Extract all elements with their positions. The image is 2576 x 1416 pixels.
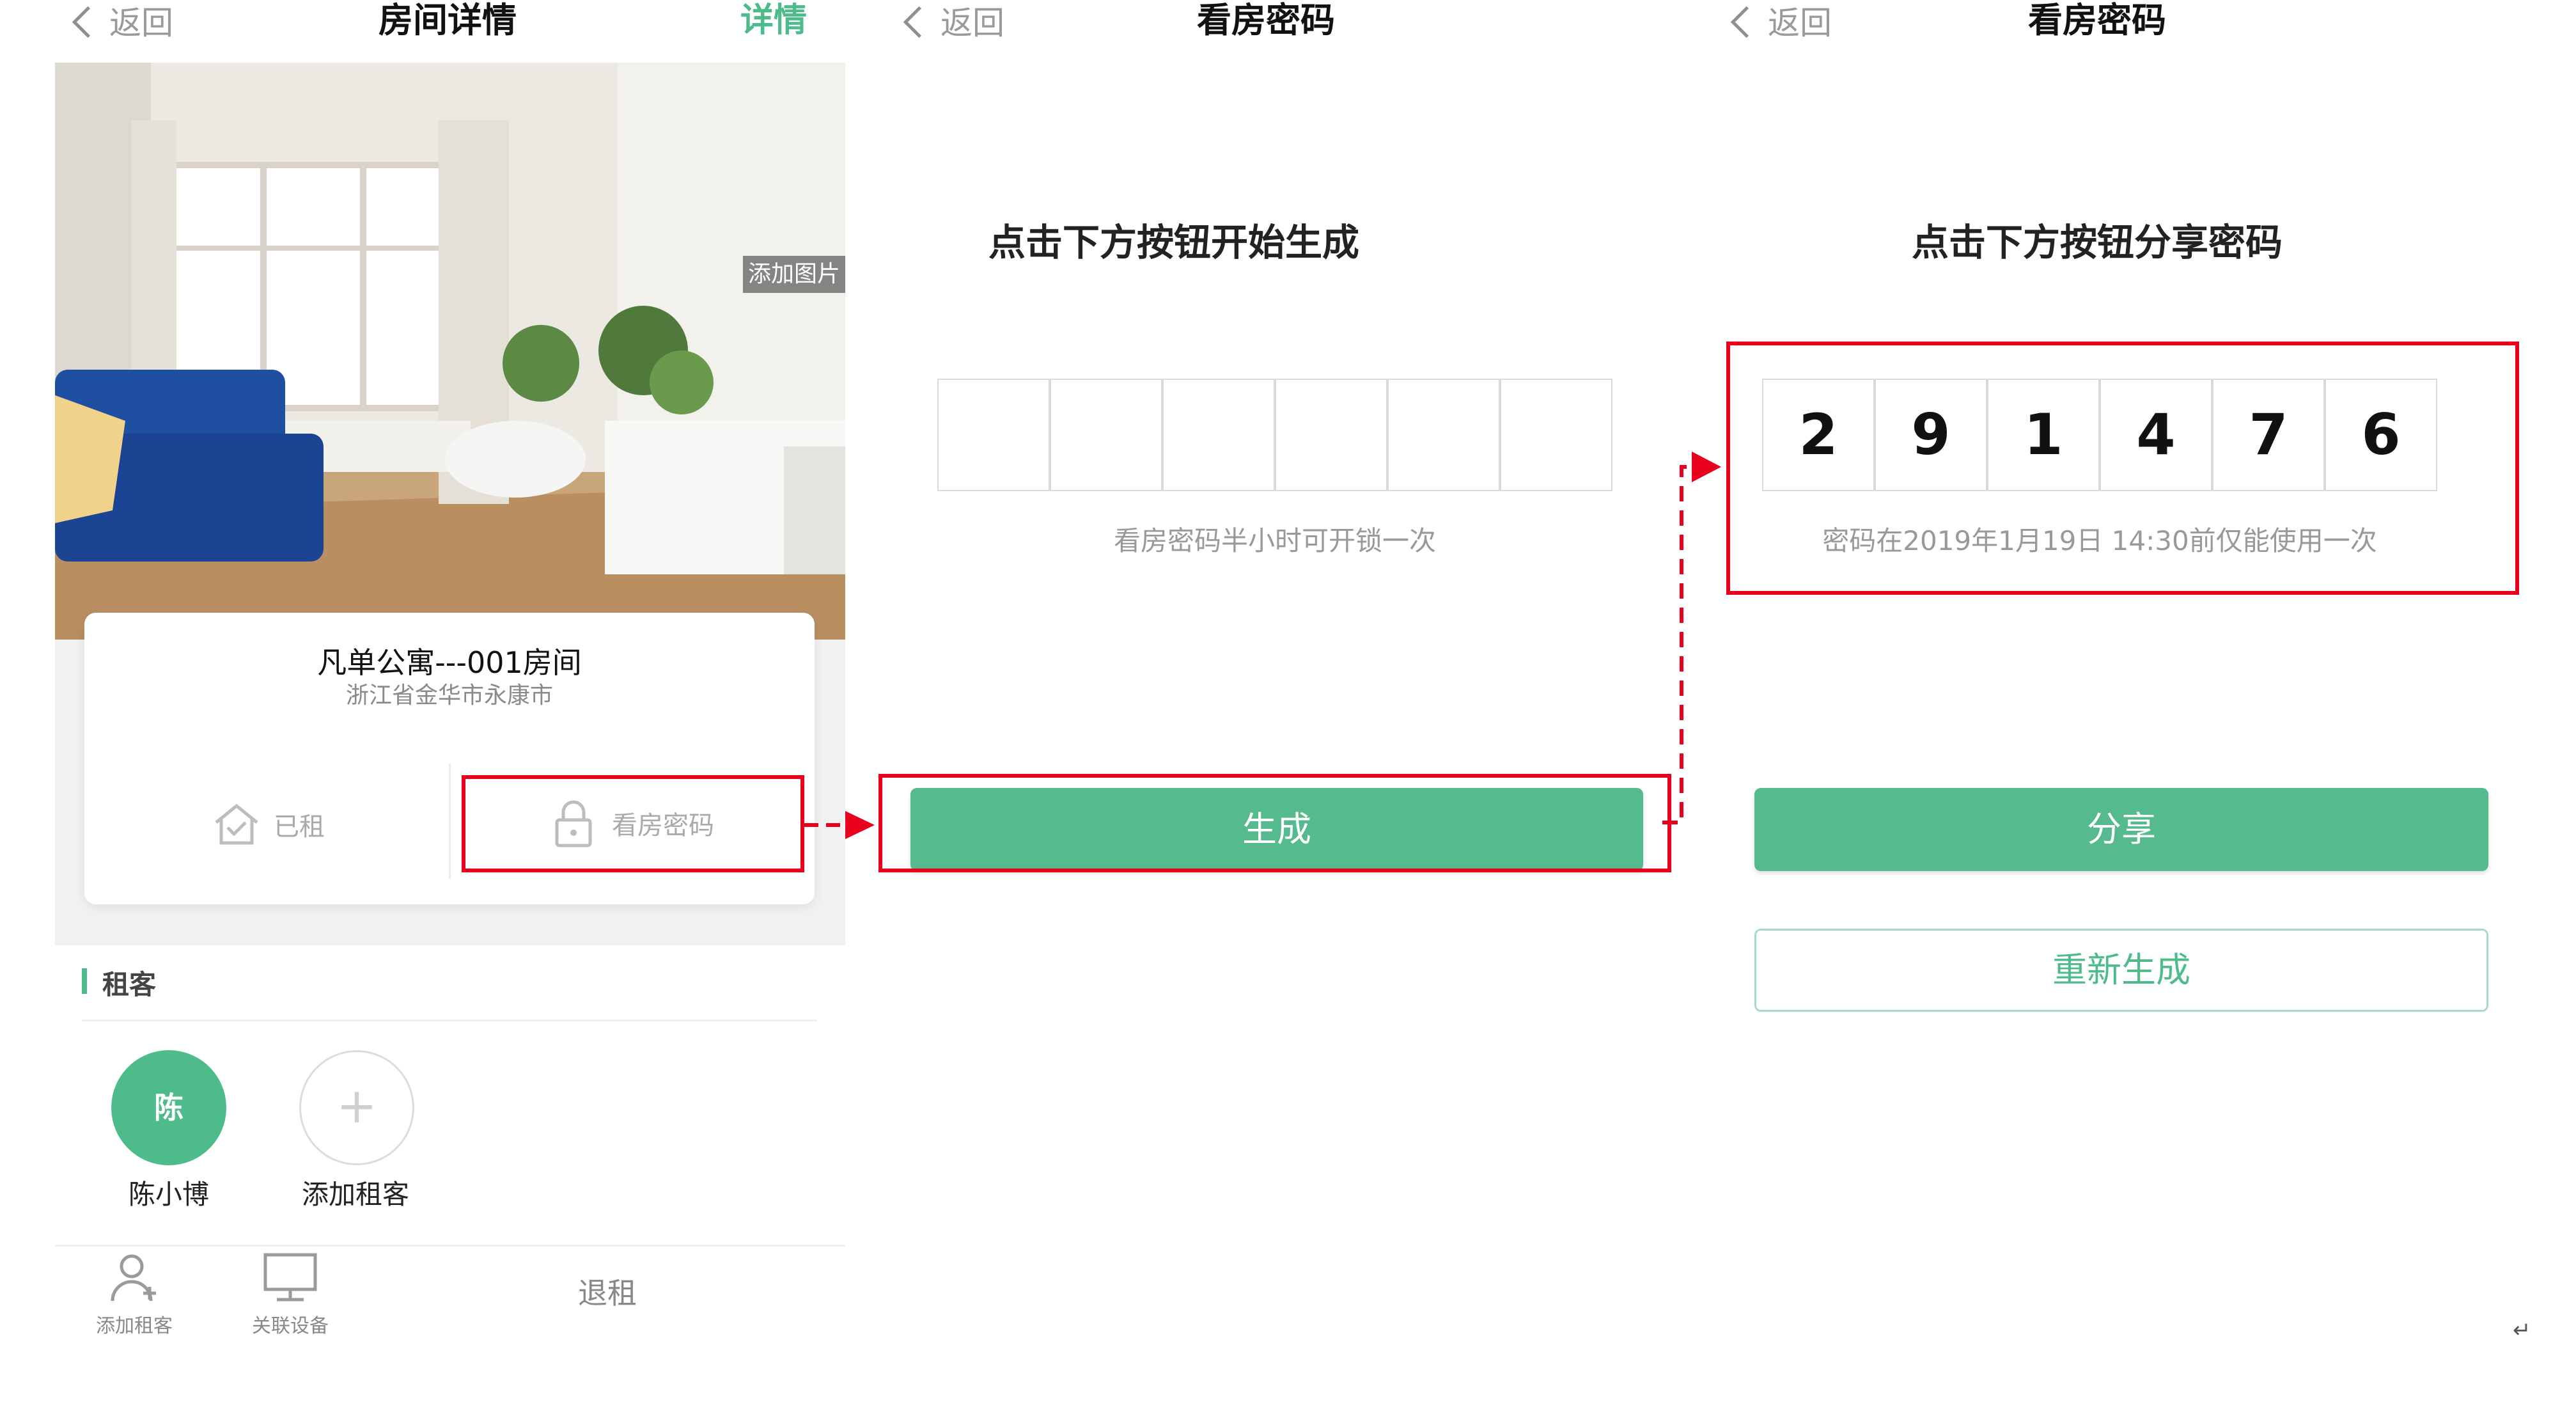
chevron-left-icon bbox=[1730, 6, 1763, 38]
back-label: 返回 bbox=[941, 4, 1004, 42]
page-title: 看房密码 bbox=[2028, 0, 2166, 40]
page-title: 房间详情 bbox=[379, 0, 517, 40]
back-button[interactable]: 返回 bbox=[1730, 0, 1832, 42]
back-button[interactable]: 返回 bbox=[903, 0, 1004, 42]
monitor-icon bbox=[263, 1253, 317, 1302]
return-mark: ↵ bbox=[2513, 1318, 2531, 1343]
bottom-bar-divider bbox=[55, 1245, 845, 1247]
chevron-left-icon bbox=[903, 6, 935, 38]
digit-box bbox=[1387, 379, 1500, 491]
details-link[interactable]: 详情 bbox=[740, 0, 807, 41]
bottom-linked-devices[interactable]: 关联设备 bbox=[239, 1251, 341, 1338]
house-check-icon bbox=[215, 803, 258, 845]
tenant-name: 陈小博 bbox=[128, 1179, 209, 1210]
digit-box bbox=[1500, 379, 1612, 491]
instruction-heading: 点击下方按钮开始生成 bbox=[988, 221, 1359, 264]
page-title: 看房密码 bbox=[1197, 0, 1335, 40]
plus-icon: + bbox=[336, 1077, 377, 1134]
add-photo-button[interactable]: 添加图片 bbox=[743, 256, 845, 293]
room-detail-screen: 返回 房间详情 详情 添加图片 凡单公寓---001房间 浙江省金华市永康市 已… bbox=[0, 0, 857, 1416]
digit-box bbox=[1050, 379, 1162, 491]
add-tenant-avatar[interactable]: + bbox=[299, 1050, 414, 1165]
room-name: 凡单公寓---001房间 bbox=[317, 645, 582, 680]
rented-action[interactable]: 已租 bbox=[212, 802, 325, 847]
back-label: 返回 bbox=[109, 4, 173, 42]
back-button[interactable]: 返回 bbox=[72, 0, 173, 42]
tenants-section-title: 租客 bbox=[102, 969, 157, 1000]
bottom-add-tenant-label: 添加租客 bbox=[96, 1315, 173, 1337]
highlight-password-action bbox=[462, 775, 804, 872]
chevron-left-icon bbox=[72, 6, 104, 38]
bottom-add-tenant[interactable]: 添加租客 bbox=[83, 1251, 185, 1338]
bottom-linked-devices-label: 关联设备 bbox=[252, 1315, 329, 1337]
rented-label: 已租 bbox=[274, 812, 325, 842]
digit-box bbox=[1275, 379, 1387, 491]
highlight-password-result bbox=[1726, 342, 2519, 595]
digit-box bbox=[937, 379, 1050, 491]
digit-box bbox=[1162, 379, 1275, 491]
section-marker bbox=[82, 968, 87, 994]
regenerate-button[interactable]: 重新生成 bbox=[1754, 929, 2488, 1012]
room-address: 浙江省金华市永康市 bbox=[345, 682, 553, 709]
back-label: 返回 bbox=[1768, 4, 1832, 42]
room-photo: 添加图片 bbox=[55, 63, 845, 651]
section-divider bbox=[82, 1019, 817, 1021]
add-user-icon bbox=[111, 1254, 156, 1302]
card-divider bbox=[449, 764, 451, 879]
tenant-avatar[interactable]: 陈 bbox=[111, 1050, 226, 1165]
living-room-image bbox=[55, 63, 845, 651]
checkout-button[interactable]: 退租 bbox=[537, 1270, 678, 1312]
instruction-heading: 点击下方按钮分享密码 bbox=[1911, 221, 2283, 264]
generate-password-screen: 返回 看房密码 点击下方按钮开始生成 看房密码半小时可开锁一次 生成 bbox=[857, 0, 1713, 1416]
share-button[interactable]: 分享 bbox=[1754, 788, 2488, 871]
avatar-initial: 陈 bbox=[154, 1090, 183, 1125]
highlight-generate-button bbox=[878, 774, 1671, 872]
password-hint: 看房密码半小时可开锁一次 bbox=[1113, 525, 1436, 556]
add-tenant-label: 添加租客 bbox=[301, 1179, 409, 1210]
share-password-screen: 返回 看房密码 点击下方按钮分享密码 2 9 1 4 7 6 密码在2019年1… bbox=[1713, 0, 2576, 1416]
